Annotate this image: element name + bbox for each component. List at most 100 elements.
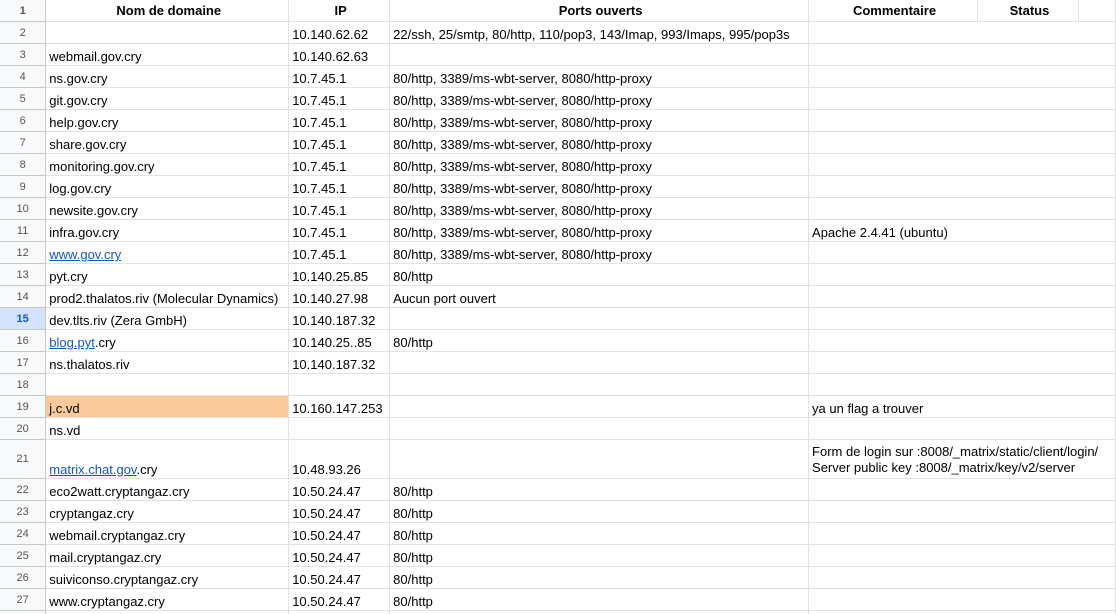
- cell-ports[interactable]: 80/http, 3389/ms-wbt-server, 8080/http-p…: [389, 219, 810, 242]
- cell-domain[interactable]: help.gov.cry: [45, 109, 290, 132]
- cell-ip[interactable]: 10.140.187.32: [288, 351, 391, 374]
- cell-ports[interactable]: [389, 43, 810, 66]
- cell-ip[interactable]: [288, 417, 391, 440]
- cell-domain[interactable]: ns.thalatos.riv: [45, 351, 290, 374]
- row-header[interactable]: 11: [0, 219, 47, 242]
- row-header[interactable]: 8: [0, 153, 47, 176]
- cell-ip[interactable]: 10.140.25.85: [288, 263, 391, 286]
- cell-ip[interactable]: 10.7.45.1: [288, 109, 391, 132]
- cell-ports[interactable]: 22/ssh, 25/smtp, 80/http, 110/pop3, 143/…: [389, 21, 810, 44]
- row-header[interactable]: 9: [0, 175, 47, 198]
- cell-comment[interactable]: [808, 566, 1116, 589]
- row-header[interactable]: 16: [0, 329, 47, 352]
- row-header[interactable]: 3: [0, 43, 47, 66]
- cell-comment[interactable]: [808, 175, 1116, 198]
- cell-comment[interactable]: [808, 65, 1116, 88]
- cell-comment[interactable]: [808, 263, 1116, 286]
- cell-ip[interactable]: 10.140.27.98: [288, 285, 391, 308]
- cell-domain[interactable]: suiviconso.cryptangaz.cry: [45, 566, 290, 589]
- cell-comment[interactable]: [808, 285, 1116, 308]
- cell-ports[interactable]: 80/http: [389, 588, 810, 611]
- cell-ports[interactable]: 80/http: [389, 263, 810, 286]
- cell-ports[interactable]: 80/http, 3389/ms-wbt-server, 8080/http-p…: [389, 175, 810, 198]
- cell-ports[interactable]: 80/http, 3389/ms-wbt-server, 8080/http-p…: [389, 197, 810, 220]
- cell-ports[interactable]: Aucun port ouvert: [389, 285, 810, 308]
- cell-ip[interactable]: 10.50.24.47: [288, 566, 391, 589]
- cell-ip[interactable]: 10.7.45.1: [288, 153, 391, 176]
- cell-comment[interactable]: [808, 373, 1116, 396]
- cell-ip[interactable]: 10.50.24.47: [288, 544, 391, 567]
- cell-comment[interactable]: [808, 329, 1116, 352]
- cell-ip[interactable]: 10.7.45.1: [288, 197, 391, 220]
- cell-ip[interactable]: 10.140.25..85: [288, 329, 391, 352]
- cell-domain[interactable]: ns.vd: [45, 417, 290, 440]
- row-header[interactable]: 12: [0, 241, 47, 264]
- row-header[interactable]: 24: [0, 522, 47, 545]
- cell-comment[interactable]: [808, 544, 1116, 567]
- domain-link[interactable]: matrix.chat.gov: [49, 462, 136, 477]
- row-header[interactable]: 28: [0, 610, 47, 614]
- cell-domain[interactable]: pyt.cry: [45, 263, 290, 286]
- row-header[interactable]: 7: [0, 131, 47, 154]
- cell-domain[interactable]: log.gov.cry: [45, 175, 290, 198]
- cell-comment[interactable]: [808, 241, 1116, 264]
- row-header[interactable]: 5: [0, 87, 47, 110]
- domain-link[interactable]: www.gov.cry: [49, 247, 121, 262]
- cell-domain[interactable]: cloud.le-gloge.cry: [45, 610, 290, 614]
- row-header[interactable]: 22: [0, 478, 47, 501]
- cell-ip[interactable]: 10.48.93.26: [288, 439, 391, 479]
- cell-ip[interactable]: 10.7.45.1: [288, 131, 391, 154]
- cell-ports[interactable]: 80/http, 3389/ms-wbt-server, 8080/http-p…: [389, 153, 810, 176]
- cell-ports[interactable]: Apache 2.4.57, port 80: [389, 610, 810, 614]
- row-header[interactable]: 14: [0, 285, 47, 308]
- cell-domain[interactable]: webmail.cryptangaz.cry: [45, 522, 290, 545]
- cell-empty[interactable]: [1078, 0, 1116, 22]
- cell-ports[interactable]: 80/http, 3389/ms-wbt-server, 8080/http-p…: [389, 241, 810, 264]
- cell-ip[interactable]: 10.50.24.47: [288, 522, 391, 545]
- cell-comment[interactable]: ya un flag a trouver: [808, 395, 1116, 418]
- row-header[interactable]: 15: [0, 307, 47, 330]
- cell-ip[interactable]: [288, 373, 391, 396]
- cell-ports[interactable]: 80/http: [389, 478, 810, 501]
- cell-ports[interactable]: 80/http: [389, 544, 810, 567]
- cell-comment[interactable]: [808, 417, 1116, 440]
- row-header[interactable]: 2: [0, 21, 47, 44]
- cell-comment[interactable]: [808, 131, 1116, 154]
- cell-domain[interactable]: www.gov.cry: [45, 241, 290, 264]
- row-header[interactable]: 6: [0, 109, 47, 132]
- cell-ip[interactable]: 10.50.24.47: [288, 478, 391, 501]
- cell-domain[interactable]: newsite.gov.cry: [45, 197, 290, 220]
- cell-ports[interactable]: 80/http, 3389/ms-wbt-server, 8080/http-p…: [389, 109, 810, 132]
- header-cell-ports[interactable]: Ports ouverts: [389, 0, 810, 22]
- cell-ip[interactable]: 10.7.45.1: [288, 87, 391, 110]
- cell-ports[interactable]: 80/http, 3389/ms-wbt-server, 8080/http-p…: [389, 87, 810, 110]
- domain-link[interactable]: blog.pyt: [49, 335, 95, 350]
- cell-ip[interactable]: 10.50.26.69: [288, 610, 391, 614]
- header-cell-domain[interactable]: Nom de domaine: [45, 0, 290, 22]
- header-cell-comment[interactable]: Commentaire: [808, 0, 978, 22]
- row-header[interactable]: 27: [0, 588, 47, 611]
- cell-ip[interactable]: 10.7.45.1: [288, 65, 391, 88]
- cell-ip[interactable]: 10.50.24.47: [288, 588, 391, 611]
- cell-domain[interactable]: ns.gov.cry: [45, 65, 290, 88]
- cell-domain[interactable]: [45, 373, 290, 396]
- cell-domain[interactable]: webmail.gov.cry: [45, 43, 290, 66]
- header-cell-ip[interactable]: IP: [288, 0, 391, 22]
- cell-ports[interactable]: 80/http, 3389/ms-wbt-server, 8080/http-p…: [389, 65, 810, 88]
- cell-ports[interactable]: 80/http: [389, 500, 810, 523]
- cell-ip[interactable]: 10.7.45.1: [288, 175, 391, 198]
- row-header[interactable]: 17: [0, 351, 47, 374]
- row-header[interactable]: 18: [0, 373, 47, 396]
- row-header[interactable]: 26: [0, 566, 47, 589]
- cell-ip[interactable]: 10.140.62.63: [288, 43, 391, 66]
- cell-comment[interactable]: [808, 21, 1116, 44]
- cell-comment[interactable]: [808, 500, 1116, 523]
- row-header[interactable]: 23: [0, 500, 47, 523]
- cell-domain[interactable]: eco2watt.cryptangaz.cry: [45, 478, 290, 501]
- cell-comment[interactable]: [808, 87, 1116, 110]
- cell-comment[interactable]: [808, 197, 1116, 220]
- row-header[interactable]: 21: [0, 439, 47, 479]
- row-header[interactable]: 25: [0, 544, 47, 567]
- cell-domain[interactable]: share.gov.cry: [45, 131, 290, 154]
- header-cell-status[interactable]: Status: [977, 0, 1079, 22]
